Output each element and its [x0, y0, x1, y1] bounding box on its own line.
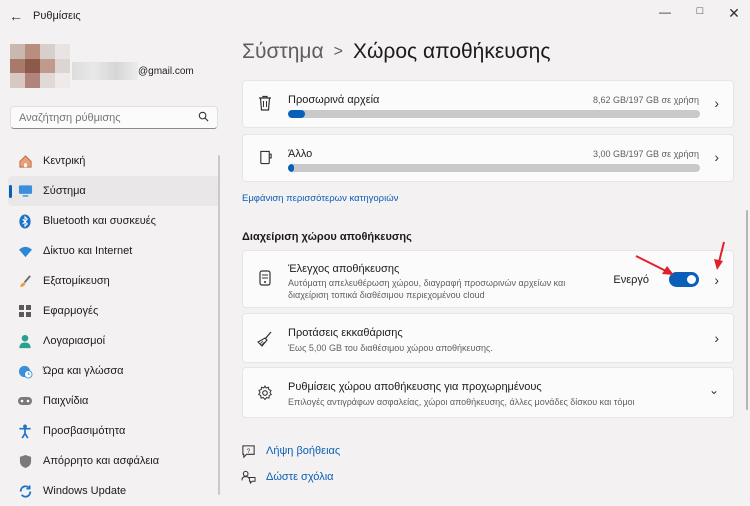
- annotation-arrow-to-toggle: [635, 255, 674, 275]
- annotation-arrow-to-chevron: [714, 241, 725, 270]
- annotation-arrows: [635, 241, 725, 275]
